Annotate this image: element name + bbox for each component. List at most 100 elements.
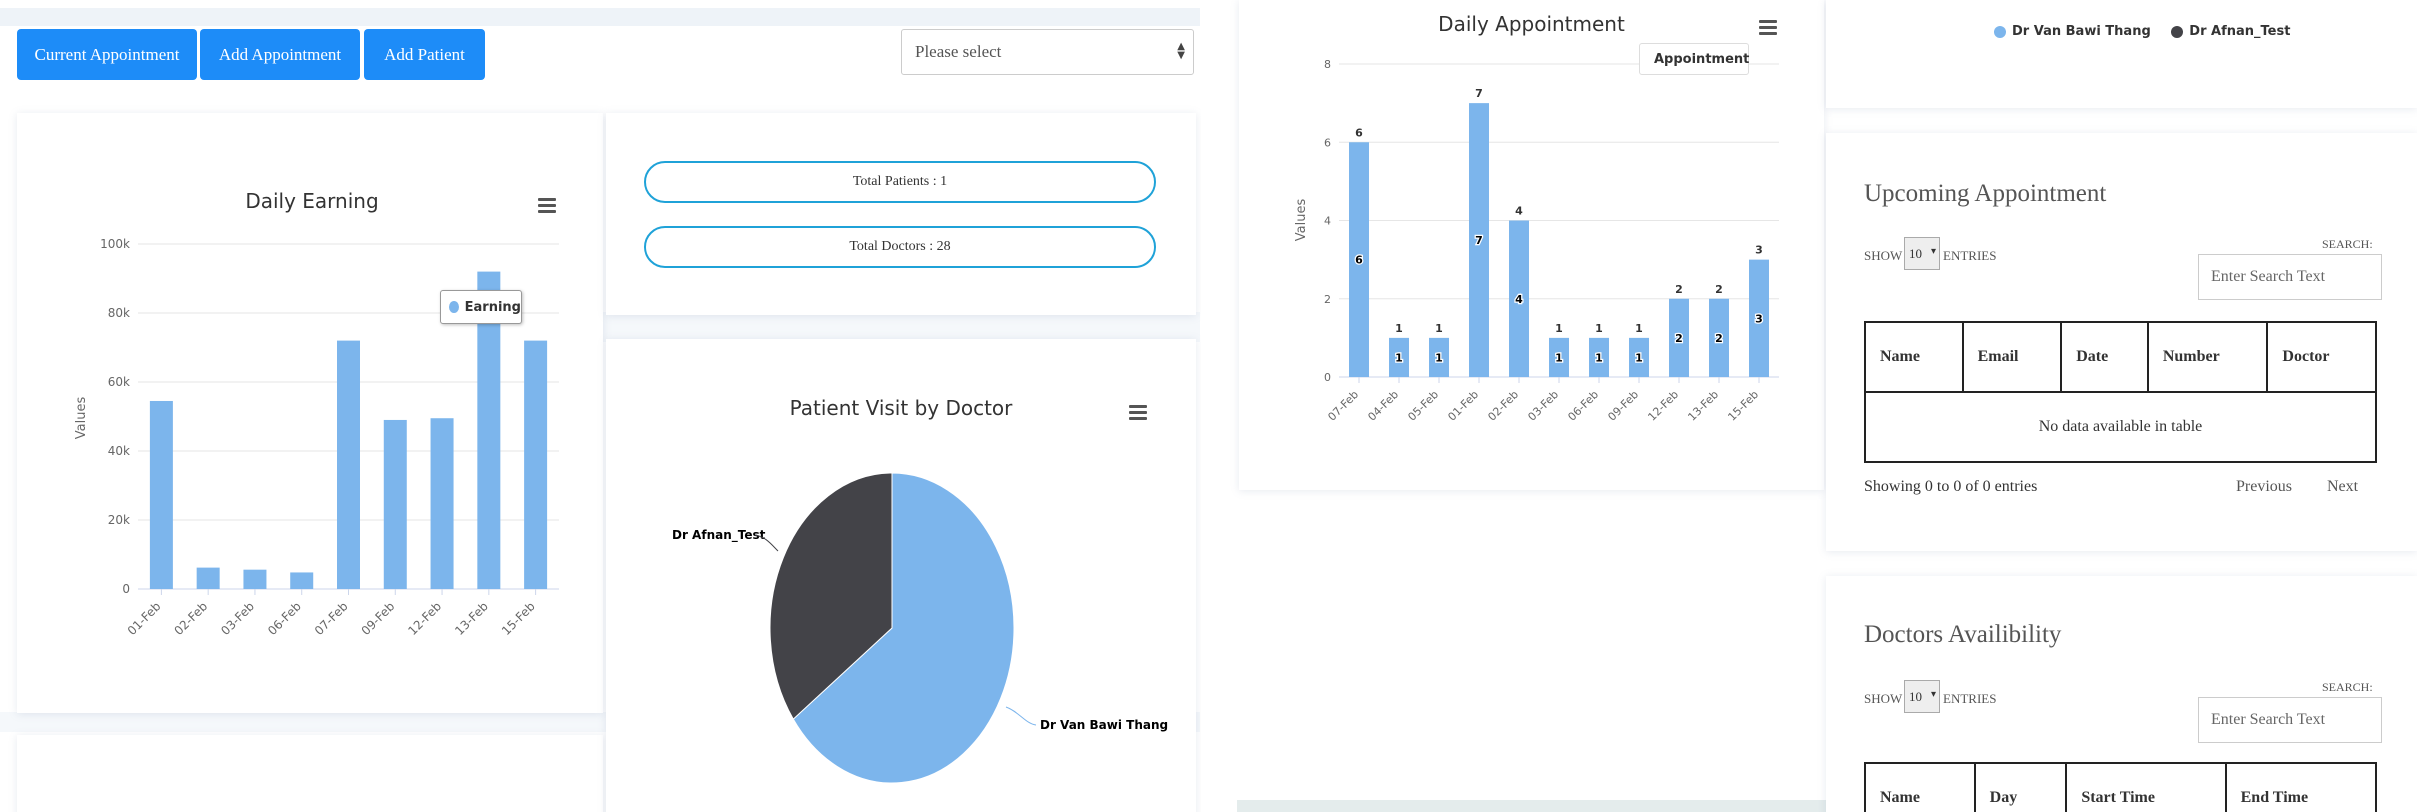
y-tick-label: 0: [122, 582, 130, 596]
column-header[interactable]: Email: [1961, 321, 2063, 393]
column-header[interactable]: Start Time: [2065, 762, 2227, 812]
appointment-legend[interactable]: Appointment: [1639, 43, 1749, 75]
y-tick-label: 20k: [108, 513, 130, 527]
legend-dot-icon: [449, 301, 459, 313]
data-label: 2: [1715, 283, 1723, 296]
divider: [1201, 0, 1237, 812]
search-label: SEARCH:: [2322, 237, 2373, 251]
empty-message: No data available in table: [1864, 391, 2377, 463]
inner-data-label: 2: [1715, 332, 1723, 345]
x-tick-label: 12-Feb: [1645, 388, 1681, 424]
earning-chart-panel: Daily Earning Values 0 20k 40k 60k 80k 100k 01…: [17, 113, 603, 713]
earning-legend[interactable]: Earning: [440, 290, 522, 324]
pie-label-van-bawi: Dr Van Bawi Thang: [1040, 718, 1168, 732]
total-patients-pill: Total Patients : 1: [644, 161, 1156, 203]
column-header[interactable]: Name: [1864, 762, 1976, 812]
upcoming-table: Name Email Date Number Doctor No data availa…: [1864, 321, 2377, 463]
x-tick-label: 13-Feb: [1685, 388, 1721, 424]
x-tick-label: 07-Feb: [312, 599, 351, 638]
x-tick-label: 06-Feb: [265, 599, 304, 638]
data-label: 7: [1475, 87, 1483, 100]
background-wash: [600, 312, 1200, 342]
previous-button[interactable]: Previous: [2236, 478, 2292, 496]
y-tick-label: 0: [1324, 371, 1331, 384]
show-label: SHOW: [1864, 691, 1903, 706]
data-label: 1: [1555, 322, 1563, 335]
x-tick-label: 05-Feb: [1405, 388, 1441, 424]
inner-data-label: 1: [1595, 351, 1603, 364]
column-header[interactable]: Number: [2146, 321, 2269, 393]
x-tick-label: 03-Feb: [218, 599, 257, 638]
y-tick-label: 100k: [100, 237, 130, 251]
pie-legend-panel: Dr Van Bawi Thang Dr Afnan_Test: [1826, 0, 2417, 108]
add-patient-button[interactable]: Add Patient: [364, 29, 485, 80]
x-tick-label: 15-Feb: [1725, 388, 1761, 424]
search-input[interactable]: Enter Search Text: [2198, 254, 2382, 300]
legend-item-van-bawi[interactable]: Dr Van Bawi Thang: [1994, 24, 2151, 39]
table-row: No data available in table: [1864, 391, 2377, 463]
availability-table: Name Day Start Time End Time: [1864, 762, 2378, 812]
search-input[interactable]: Enter Search Text: [2198, 697, 2382, 743]
next-button[interactable]: Next: [2327, 478, 2358, 496]
inner-data-label: 6: [1355, 254, 1363, 267]
chevron-down-icon: ▾: [1930, 689, 1936, 700]
x-tick-label: 03-Feb: [1525, 388, 1561, 424]
table-header-row: Name Email Date Number Doctor: [1864, 321, 2377, 393]
add-appointment-button[interactable]: Add Appointment: [200, 29, 360, 80]
x-tick-label: 02-Feb: [171, 599, 210, 638]
bar: [383, 419, 407, 589]
section-title: Doctors Availibility: [1864, 621, 2062, 648]
y-axis-label: Values: [1294, 199, 1309, 242]
search-label: SEARCH:: [2322, 680, 2373, 694]
column-header[interactable]: Date: [2060, 321, 2149, 393]
pie-legend: Dr Van Bawi Thang Dr Afnan_Test: [1994, 24, 2290, 39]
bar: [243, 569, 267, 589]
entries-select[interactable]: 10 ▾: [1904, 680, 1940, 713]
bar: [149, 400, 173, 589]
pie-chart: Dr Afnan_Test Dr Van Bawi Thang: [672, 472, 1168, 784]
column-header[interactable]: Name: [1864, 321, 1964, 393]
x-tick-label: 12-Feb: [405, 599, 444, 638]
data-label: 1: [1435, 322, 1443, 335]
earning-chart: Values 0 20k 40k 60k 80k 100k 01-Feb 02-Feb 03-F…: [74, 237, 559, 638]
x-tick-label: 07-Feb: [1325, 388, 1361, 424]
inner-data-label: 1: [1555, 351, 1563, 364]
pie-chart-panel: Patient Visit by Doctor Dr Afnan_Test Dr…: [606, 339, 1196, 812]
filter-select[interactable]: Please select ▲ ▼: [901, 29, 1194, 75]
y-tick-label: 8: [1324, 58, 1331, 71]
data-label: 2: [1675, 283, 1683, 296]
total-doctors-pill: Total Doctors : 28: [644, 226, 1156, 268]
table-header-row: Name Day Start Time End Time: [1864, 762, 2378, 812]
x-tick-label: 04-Feb: [1365, 388, 1401, 424]
column-header[interactable]: End Time: [2224, 762, 2378, 812]
pie-connector: [1005, 706, 1037, 726]
x-tick-label: 01-Feb: [125, 599, 164, 638]
bar: [524, 340, 548, 589]
y-tick-label: 80k: [108, 306, 130, 320]
data-label: 3: [1755, 244, 1763, 257]
entries-label: ENTRIES: [1943, 691, 1997, 706]
data-label: 1: [1635, 322, 1643, 335]
column-header[interactable]: Doctor: [2266, 321, 2377, 393]
legend-dot-icon: [1994, 25, 2006, 38]
bar: [430, 418, 454, 589]
bar: [290, 572, 314, 589]
table-info: Showing 0 to 0 of 0 entries: [1864, 478, 2038, 495]
select-arrows-icon: ▲ ▼: [1177, 41, 1185, 61]
inner-data-label: 2: [1675, 332, 1683, 345]
x-tick-label: 13-Feb: [452, 599, 491, 638]
entries-select[interactable]: 10 ▾: [1904, 237, 1940, 270]
legend-item-afnan[interactable]: Dr Afnan_Test: [2171, 24, 2290, 39]
y-tick-label: 2: [1324, 293, 1331, 306]
current-appointment-button[interactable]: Current Appointment: [17, 29, 197, 80]
y-tick-label: 40k: [108, 444, 130, 458]
x-tick-label: 01-Feb: [1445, 388, 1481, 424]
column-header[interactable]: Day: [1973, 762, 2068, 812]
doctors-availability-panel: Doctors Availibility SHOW 10 ▾ ENTRIES SE…: [1826, 576, 2417, 812]
bar: [337, 340, 360, 589]
inner-data-label: 1: [1435, 351, 1443, 364]
section-title: Upcoming Appointment: [1864, 180, 2107, 207]
inner-data-label: 1: [1395, 351, 1403, 364]
pie-label-afnan: Dr Afnan_Test: [672, 528, 766, 543]
x-tick-label: 09-Feb: [359, 599, 398, 638]
